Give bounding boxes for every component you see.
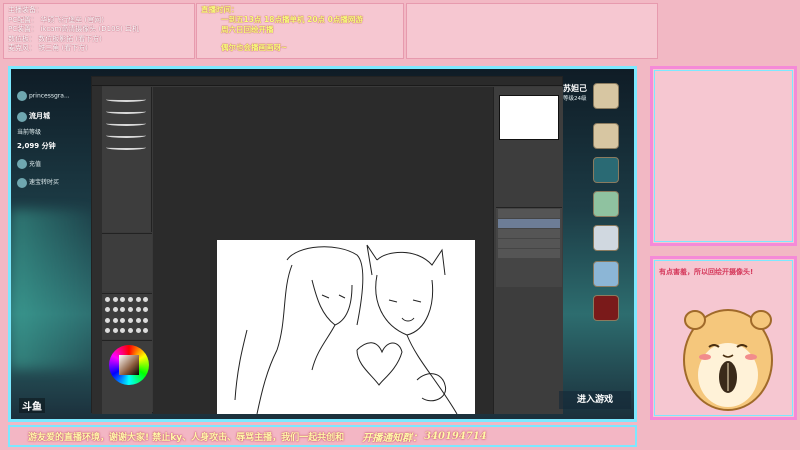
equipment-line: 数位板： 数位板影拓 (看下方) [8, 34, 102, 43]
paint-app-window [91, 76, 563, 415]
fire-icon[interactable] [593, 295, 619, 321]
equipment-line: 主播装备： [8, 6, 43, 14]
game-right-panel: 苏妲己 等级24级 进入游戏 [559, 73, 634, 417]
paint-toolbar[interactable] [92, 86, 102, 414]
layer-row[interactable] [498, 249, 560, 258]
top-right-panel [406, 3, 658, 59]
brush-preset[interactable] [106, 145, 146, 150]
navigator-preview[interactable] [499, 95, 559, 140]
game-guild: 流月城 [29, 112, 50, 120]
user-icon [17, 91, 27, 101]
equipment-panel: 主播装备： PC配置： 华硕飞行堡垒 (官网) PC装置： ikcam高清摄像头… [3, 3, 195, 59]
layer-row[interactable] [498, 239, 560, 248]
guild-icon [17, 111, 27, 122]
qq-group-number: 340194714 [424, 430, 487, 442]
live-time-line: 周六日回绘开播 [221, 25, 274, 34]
speed-icon [17, 177, 27, 188]
equipment-line: 麦克风： 铁三角 (看下方) [8, 44, 88, 52]
pet-icon[interactable] [593, 191, 619, 217]
canvas-area[interactable] [153, 87, 493, 415]
brush-preset[interactable] [106, 97, 146, 102]
mascot-icon[interactable] [593, 225, 619, 251]
equipment-line: PC配置： 华硕飞行堡垒 (官网) [8, 15, 105, 24]
drawing-canvas[interactable] [217, 240, 475, 415]
layer-row[interactable] [498, 229, 560, 238]
game-level-label: 当前等级 [17, 128, 42, 136]
side-panel-bottom: 有点害羞，所以回绘开摄像头! [650, 256, 797, 420]
live-time-line: 偶尔也会播画画呀~ [221, 43, 288, 52]
brush-panel[interactable] [102, 87, 152, 232]
live-time-title: 直播时间： [201, 5, 239, 14]
game-score: 2,099 分钟 [17, 141, 56, 150]
game-username: princessgra... [29, 92, 70, 100]
footer-message: 游友爱的直播环境，谢谢大家! 禁止ky、人身攻击、辱骂主播，我们一起共创和 [28, 432, 345, 443]
stream-frame: princessgra... 流月城 当前等级 2,099 分钟 充值 速宝转时… [8, 66, 637, 422]
qq-group-label: 开播通知群： [362, 432, 423, 444]
character-icon[interactable] [593, 261, 619, 287]
paint-menubar[interactable] [92, 77, 562, 86]
game-item-speed[interactable]: 速宝转时买 [29, 179, 59, 186]
camera-notice: 有点害羞，所以回绘开摄像头! [659, 268, 754, 276]
hamster-sticker [683, 309, 773, 411]
douyu-logo: 斗鱼 [19, 398, 45, 413]
brush-size-palette[interactable] [102, 293, 152, 339]
sketch-drawing [234, 244, 458, 415]
brush-preset[interactable] [106, 133, 146, 138]
brush-preset[interactable] [106, 121, 146, 126]
enter-game-button[interactable]: 进入游戏 [559, 391, 631, 409]
game-item-recharge[interactable]: 充值 [29, 161, 41, 168]
footer-bar: 游友爱的直播环境，谢谢大家! 禁止ky、人身攻击、辱骂主播，我们一起共创和 开播… [8, 425, 637, 447]
player-avatar[interactable] [593, 83, 619, 109]
color-panel[interactable] [102, 340, 152, 414]
skill-icon[interactable] [593, 157, 619, 183]
brush-preset[interactable] [106, 109, 146, 114]
equipment-line: PC装置： ikcam高清摄像头 (D10S) 耳机 [8, 25, 139, 33]
color-wheel[interactable] [109, 345, 149, 385]
live-time-panel: 直播时间： 一到五13点 18点播单机 20点 0点播网游 周六日回绘开播 偶尔… [196, 3, 404, 59]
live-time-line: 一到五13点 18点播单机 20点 0点播网游 [221, 15, 363, 24]
right-panels [493, 87, 563, 414]
layer-row[interactable] [498, 219, 560, 228]
tool-properties-panel[interactable] [102, 233, 152, 291]
game-left-panel: princessgra... 流月城 当前等级 2,099 分钟 充值 速宝转时… [17, 73, 97, 417]
layers-panel[interactable] [496, 207, 562, 287]
shield-icon [17, 159, 27, 169]
layer-row[interactable] [498, 209, 560, 218]
companion-avatar[interactable] [593, 123, 619, 149]
side-panel-top [650, 66, 797, 246]
